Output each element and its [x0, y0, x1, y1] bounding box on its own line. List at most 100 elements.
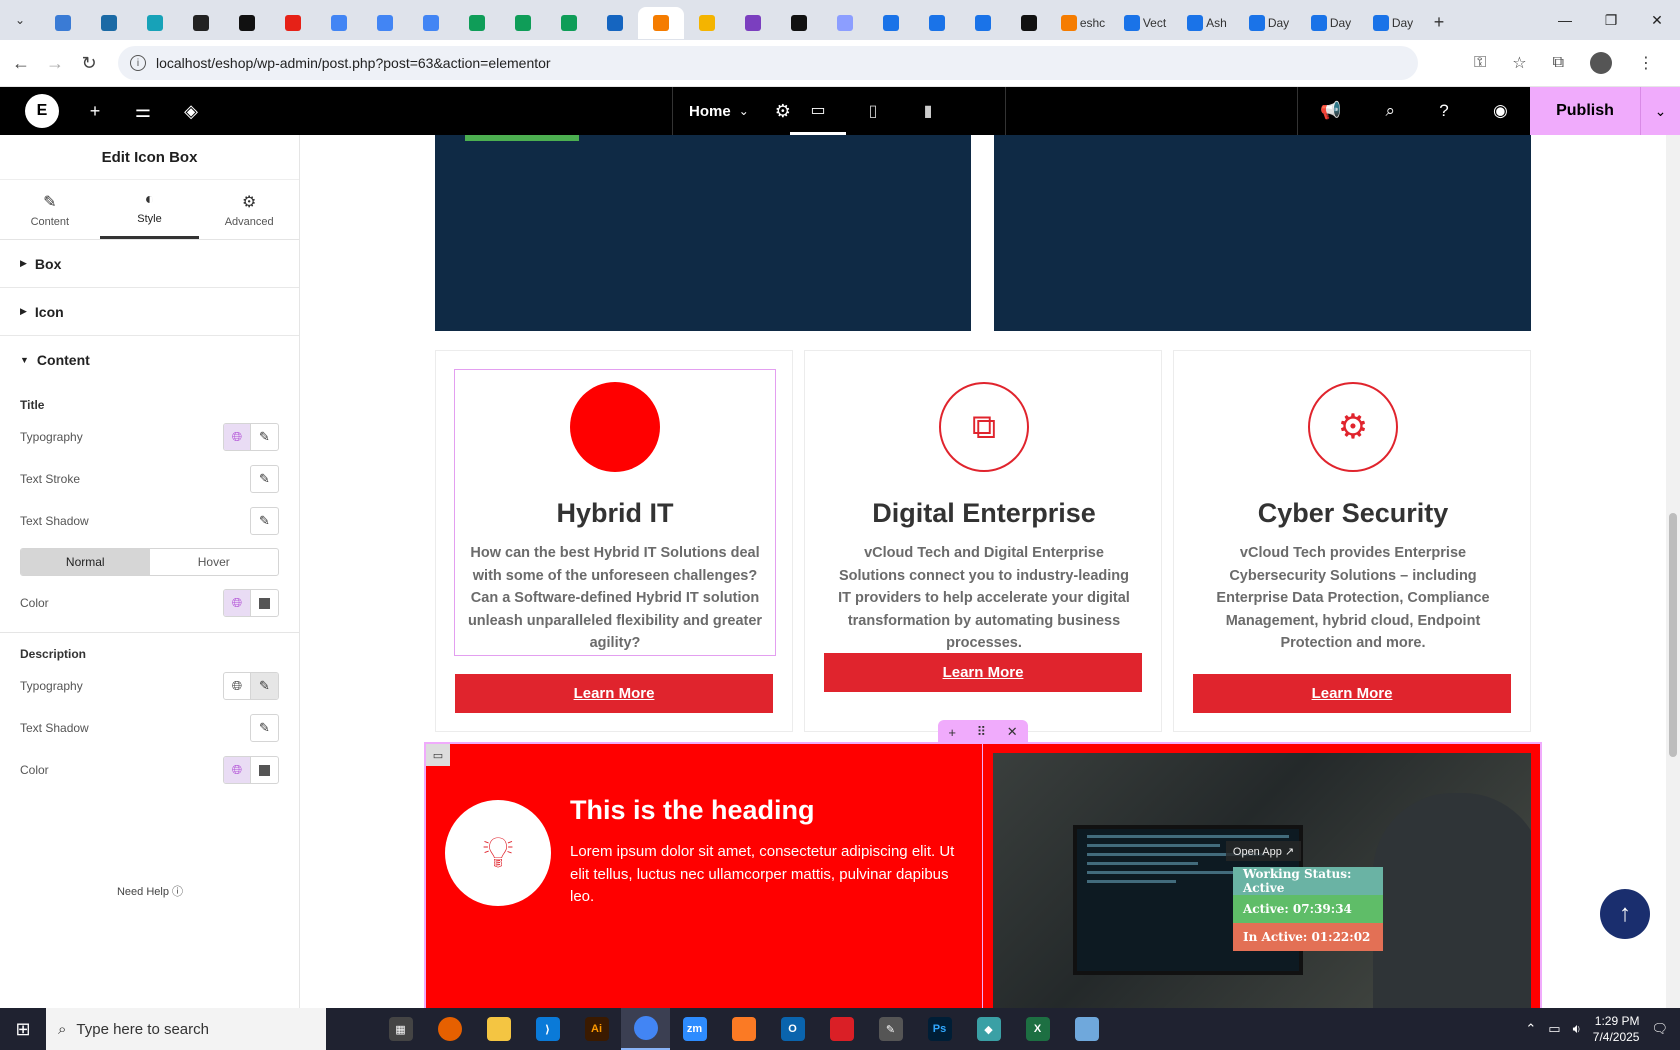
edit-pencil-icon[interactable]: ✎: [251, 673, 278, 699]
browser-tab[interactable]: [1006, 7, 1052, 39]
global-globe-icon[interactable]: 🌐︎: [224, 590, 251, 616]
tab-content[interactable]: ✎ Content: [0, 180, 100, 239]
developer-photo[interactable]: Open App ↗ Working Status: Active Active…: [993, 753, 1531, 1008]
add-section-icon[interactable]: +: [948, 725, 956, 740]
delete-section-icon[interactable]: ✕: [1007, 724, 1018, 740]
global-globe-icon[interactable]: 🌐︎: [224, 424, 251, 450]
extensions-icon[interactable]: ⧉: [1553, 54, 1564, 72]
browser-tab[interactable]: [408, 7, 454, 39]
bookmark-star-icon[interactable]: ☆: [1512, 53, 1526, 73]
page-settings-gear-icon[interactable]: ⚙: [775, 101, 791, 122]
color-swatch[interactable]: [251, 757, 278, 783]
browser-tab[interactable]: [362, 7, 408, 39]
chrome-icon[interactable]: [621, 1008, 670, 1050]
icon-box-widget[interactable]: ⧉ Digital Enterprise vCloud Tech and Dig…: [824, 370, 1144, 655]
browser-tab[interactable]: [270, 7, 316, 39]
red-circle-icon[interactable]: [570, 382, 660, 472]
add-element-icon[interactable]: +: [71, 101, 119, 122]
xampp-icon[interactable]: [719, 1008, 768, 1050]
file-explorer-icon[interactable]: [474, 1008, 523, 1050]
publish-button[interactable]: Publish: [1530, 87, 1640, 135]
tab-search-menu[interactable]: ⌄: [0, 0, 40, 40]
tablet-device-icon[interactable]: ▯: [845, 87, 901, 135]
icon-box-card-hybrid-it[interactable]: Hybrid IT How can the best Hybrid IT Sol…: [435, 350, 793, 732]
browser-tab[interactable]: [592, 7, 638, 39]
excel-icon[interactable]: X: [1013, 1008, 1062, 1050]
scroll-to-top-arrow-icon[interactable]: ↑: [1600, 889, 1650, 939]
edit-pencil-icon[interactable]: ✎: [251, 424, 278, 450]
hands-gear-icon[interactable]: ⚙: [1308, 382, 1398, 472]
firefox-icon[interactable]: [425, 1008, 474, 1050]
browser-tab[interactable]: [454, 7, 500, 39]
edit-pencil-icon[interactable]: ✎: [251, 715, 278, 741]
network-icon[interactable]: ▭: [1548, 1021, 1560, 1037]
preview-eye-icon[interactable]: ◉: [1493, 101, 1508, 121]
toggle-hover[interactable]: Hover: [150, 549, 279, 575]
browser-tab[interactable]: [914, 7, 960, 39]
page-name[interactable]: Home: [689, 103, 731, 120]
browser-tab[interactable]: Day: [1238, 7, 1300, 39]
canvas-scrollbar[interactable]: [1666, 135, 1680, 1008]
site-info-icon[interactable]: i: [130, 55, 146, 71]
browser-tab[interactable]: Vect: [1114, 7, 1176, 39]
taskbar-clock[interactable]: 1:29 PM 7/4/2025: [1593, 1013, 1640, 1045]
learn-more-button[interactable]: Learn More: [455, 674, 773, 713]
browser-tab[interactable]: [776, 7, 822, 39]
browser-tab[interactable]: [960, 7, 1006, 39]
learn-more-button[interactable]: Learn More: [824, 653, 1142, 692]
notifications-megaphone-icon[interactable]: 📢: [1320, 101, 1341, 121]
section-content[interactable]: ▼ Content: [0, 336, 299, 384]
browser-tab[interactable]: [86, 7, 132, 39]
chevron-down-icon[interactable]: ⌄: [739, 104, 749, 118]
browser-menu-icon[interactable]: ⋮: [1638, 53, 1654, 73]
taskbar-search[interactable]: ⌕ Type here to search: [46, 1008, 326, 1050]
icon-box-widget[interactable]: Hybrid IT How can the best Hybrid IT Sol…: [454, 369, 776, 656]
browser-tab[interactable]: Ash: [1176, 7, 1238, 39]
navy-column-left[interactable]: [435, 135, 971, 331]
browser-tab[interactable]: [178, 7, 224, 39]
browser-tab[interactable]: [224, 7, 270, 39]
pen-tool-icon[interactable]: ✎: [866, 1008, 915, 1050]
notifications-icon[interactable]: 🗨︎: [1651, 1021, 1668, 1037]
volume-icon[interactable]: 🔉︎: [1573, 1021, 1581, 1037]
elementor-logo-icon[interactable]: E: [25, 94, 59, 128]
browser-tab[interactable]: eshc: [1052, 7, 1114, 39]
browser-tab[interactable]: [822, 7, 868, 39]
reload-button[interactable]: ↻: [72, 53, 106, 74]
edit-pencil-icon[interactable]: ✎: [251, 508, 278, 534]
illustrator-icon[interactable]: Ai: [572, 1008, 621, 1050]
navy-column-right[interactable]: [994, 135, 1531, 331]
open-app-button[interactable]: Open App ↗: [1226, 841, 1301, 861]
section-heading[interactable]: This is the heading: [570, 795, 815, 826]
puzzle-icon[interactable]: ⧉: [939, 382, 1029, 472]
drag-handle-icon[interactable]: ⠿: [977, 724, 987, 740]
icon-box-widget[interactable]: ⚙ Cyber Security vCloud Tech provides En…: [1193, 370, 1513, 655]
section-icon[interactable]: ▶ Icon: [0, 288, 299, 336]
minimize-button[interactable]: —: [1542, 0, 1588, 40]
vscode-icon[interactable]: ⟩: [523, 1008, 572, 1050]
creative-cloud-icon[interactable]: [817, 1008, 866, 1050]
new-tab-button[interactable]: +: [1424, 12, 1454, 33]
column-handle-icon[interactable]: ▭: [426, 744, 450, 766]
close-window-button[interactable]: ✕: [1634, 0, 1680, 40]
restore-button[interactable]: ❐: [1588, 0, 1634, 40]
browser-tab[interactable]: [868, 7, 914, 39]
app-diamond-icon[interactable]: ◆: [964, 1008, 1013, 1050]
icon-box-card-digital-enterprise[interactable]: ⧉ Digital Enterprise vCloud Tech and Dig…: [804, 350, 1162, 732]
browser-tab[interactable]: [132, 7, 178, 39]
browser-tab[interactable]: [40, 7, 86, 39]
desktop-device-icon[interactable]: ▭: [790, 87, 846, 135]
global-globe-icon[interactable]: 🌐︎: [224, 757, 251, 783]
browser-tab[interactable]: [500, 7, 546, 39]
back-button[interactable]: ←: [4, 53, 38, 74]
green-button-edge[interactable]: [465, 135, 579, 141]
section-box[interactable]: ▶ Box: [0, 240, 299, 288]
help-icon[interactable]: ?: [1439, 101, 1448, 121]
search-icon[interactable]: ⌕: [1386, 101, 1396, 121]
structure-layers-icon[interactable]: ◈: [167, 101, 215, 122]
color-swatch[interactable]: [251, 590, 278, 616]
browser-tab[interactable]: Day: [1300, 7, 1362, 39]
tray-chevron-up-icon[interactable]: ⌃: [1525, 1021, 1536, 1037]
browser-tab[interactable]: Day: [1362, 7, 1424, 39]
site-settings-icon[interactable]: ⚌: [119, 101, 167, 122]
